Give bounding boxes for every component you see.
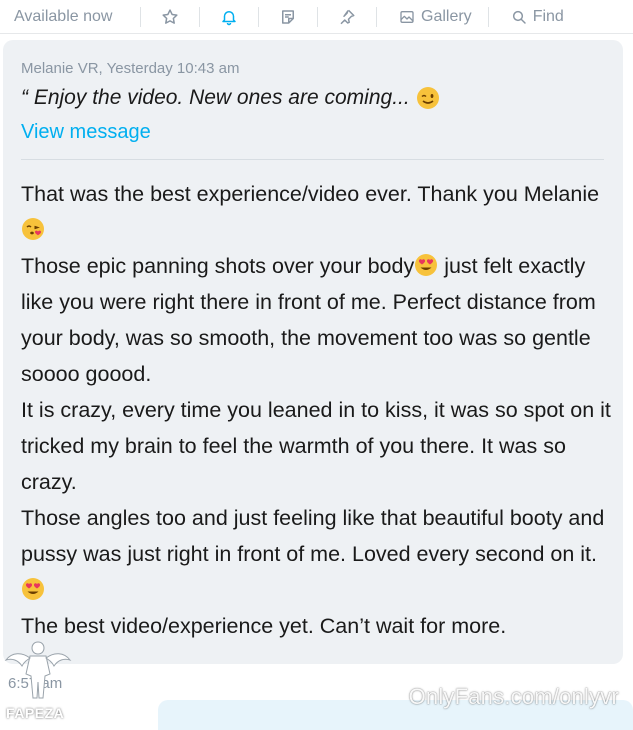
message-paragraph: It is crazy, every time you leaned in to… xyxy=(21,398,611,494)
message-paragraph: Those epic panning shots over your body … xyxy=(21,248,611,392)
quoted-message-body: “ Enjoy the video. New ones are coming..… xyxy=(21,86,410,109)
quoted-message-text: “ Enjoy the video. New ones are coming..… xyxy=(21,84,605,112)
heart-eyes-emoji-icon xyxy=(22,578,44,600)
paragraph-text: That was the best experience/video ever.… xyxy=(21,182,600,206)
quote-divider xyxy=(21,159,604,160)
message-paragraph: The best video/experience yet. Can’t wai… xyxy=(21,614,507,638)
view-message-link[interactable]: View message xyxy=(21,120,605,144)
chat-toolbar: Available now Gallery Find xyxy=(0,0,633,34)
message-paragraph: That was the best experience/video ever.… xyxy=(21,176,611,248)
note-icon xyxy=(282,9,294,24)
favorite-button[interactable] xyxy=(141,0,199,34)
gallery-icon xyxy=(400,10,414,23)
pin-icon xyxy=(340,9,355,24)
winking-face-emoji-icon xyxy=(416,87,439,109)
paragraph-text: Those angles too and just feeling like t… xyxy=(21,506,605,566)
message-bubble: Melanie VR, Yesterday 10:43 am “ Enjoy t… xyxy=(3,40,623,664)
find-label: Find xyxy=(532,7,564,25)
search-icon xyxy=(512,10,526,24)
star-icon xyxy=(162,8,178,24)
gallery-button[interactable]: Gallery xyxy=(377,0,488,34)
notes-button[interactable] xyxy=(259,0,317,34)
bell-icon xyxy=(222,10,236,25)
notifications-button[interactable] xyxy=(200,0,258,34)
heart-eyes-emoji-icon xyxy=(415,254,438,276)
paragraph-text: Those epic panning shots over your body xyxy=(21,254,415,278)
quoted-message-meta: Melanie VR, Yesterday 10:43 am xyxy=(21,60,240,77)
fapeza-logo-text: FAPEZA xyxy=(6,705,65,721)
message-paragraph: Those angles too and just feeling like t… xyxy=(21,500,611,608)
find-button[interactable]: Find xyxy=(489,0,580,34)
availability-status: Available now xyxy=(14,7,113,25)
onlyfans-watermark: OnlyFans.com/onlyvr xyxy=(408,684,619,709)
kissing-heart-emoji-icon xyxy=(22,218,44,240)
pin-button[interactable] xyxy=(318,0,376,34)
gallery-label: Gallery xyxy=(421,7,472,25)
message-body: That was the best experience/video ever.… xyxy=(21,176,611,644)
